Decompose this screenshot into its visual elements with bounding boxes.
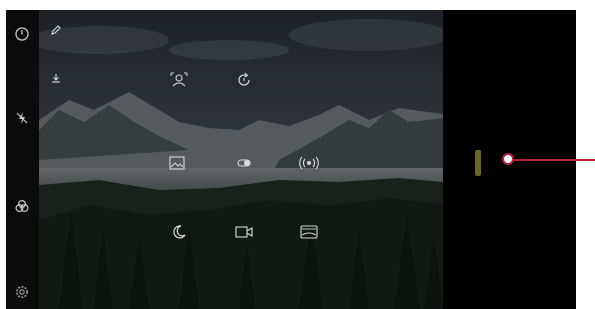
- callout-marker: [502, 153, 514, 165]
- callout-line: [509, 159, 595, 161]
- timer-icon[interactable]: [12, 24, 32, 44]
- download-icon[interactable]: [48, 70, 64, 86]
- mode-toggle[interactable]: [209, 153, 279, 199]
- multi-person-icon: [168, 70, 190, 90]
- timer-rotate-icon: [233, 70, 255, 90]
- left-control-strip: [6, 10, 39, 309]
- settings-icon[interactable]: [12, 282, 32, 302]
- edit-icon[interactable]: [48, 22, 64, 38]
- mode-panorama[interactable]: [274, 222, 344, 268]
- flash-off-icon[interactable]: [12, 108, 32, 128]
- selected-mode-indicator[interactable]: [475, 150, 481, 176]
- filters-icon[interactable]: [12, 196, 32, 216]
- toggle-icon: [233, 153, 255, 173]
- mode-photo[interactable]: [142, 153, 212, 199]
- mode-night[interactable]: [144, 222, 214, 268]
- camera-preview[interactable]: [39, 10, 443, 309]
- camera-app-screen: [6, 10, 576, 309]
- broadcast-icon: [298, 153, 320, 173]
- video-icon: [233, 222, 255, 242]
- night-moon-icon: [168, 222, 190, 242]
- panorama-icon: [298, 222, 320, 242]
- vertical-mode-label: [470, 200, 484, 280]
- photo-icon: [166, 153, 188, 173]
- mode-video[interactable]: [209, 222, 279, 268]
- mode-timer[interactable]: [209, 70, 279, 116]
- mode-multi-view[interactable]: [144, 70, 214, 116]
- mode-broadcast[interactable]: [274, 153, 344, 199]
